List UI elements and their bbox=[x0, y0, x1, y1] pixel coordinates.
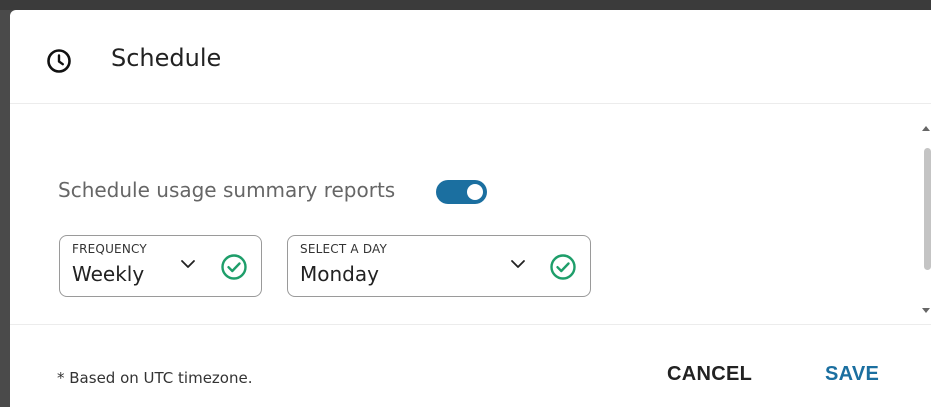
scrollbar-thumb[interactable] bbox=[924, 148, 931, 270]
frequency-label: FREQUENCY bbox=[72, 242, 147, 256]
chevron-down-icon bbox=[181, 260, 195, 268]
save-button[interactable]: SAVE bbox=[825, 363, 879, 386]
frequency-select[interactable]: FREQUENCY Weekly bbox=[59, 235, 262, 297]
check-circle-icon bbox=[550, 254, 576, 280]
cancel-button[interactable]: CANCEL bbox=[667, 363, 752, 386]
check-circle-icon bbox=[221, 254, 247, 280]
scroll-up-arrow[interactable] bbox=[921, 124, 931, 132]
schedule-toggle-label: Schedule usage summary reports bbox=[58, 178, 396, 202]
chevron-down-icon bbox=[511, 260, 525, 268]
schedule-dialog: Schedule Schedule usage summary reports … bbox=[10, 10, 931, 407]
dialog-footer: * Based on UTC timezone. CANCEL SAVE bbox=[10, 324, 931, 407]
dialog-body: Schedule usage summary reports FREQUENCY… bbox=[10, 104, 931, 324]
timezone-note: * Based on UTC timezone. bbox=[57, 369, 253, 387]
toggle-knob bbox=[467, 184, 483, 200]
dialog-title: Schedule bbox=[111, 44, 222, 72]
frequency-value: Weekly bbox=[72, 262, 145, 286]
dialog-header: Schedule bbox=[10, 10, 931, 104]
background-window-bar bbox=[0, 0, 931, 10]
day-value: Monday bbox=[300, 262, 379, 286]
day-label: SELECT A DAY bbox=[300, 242, 388, 256]
clock-icon bbox=[47, 49, 71, 73]
scroll-down-arrow[interactable] bbox=[921, 307, 931, 315]
day-select[interactable]: SELECT A DAY Monday bbox=[287, 235, 591, 297]
schedule-toggle[interactable] bbox=[436, 180, 487, 204]
